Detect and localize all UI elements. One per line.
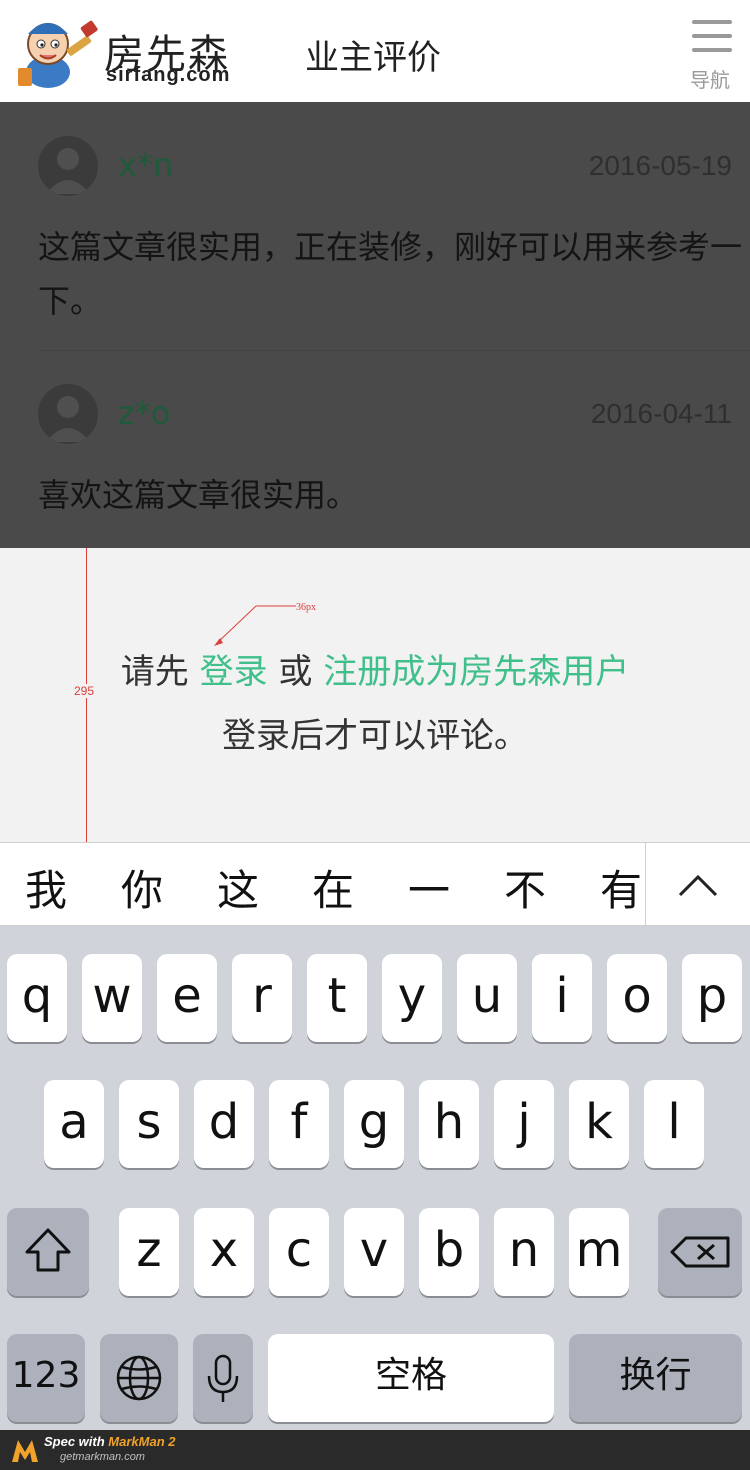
key[interactable]: s xyxy=(119,1080,179,1168)
key[interactable]: i xyxy=(532,954,592,1042)
markman-logo-icon xyxy=(12,1440,38,1462)
key[interactable]: z xyxy=(119,1208,179,1296)
login-prompt-line: 请先 登录 或 注册成为房先森用户 xyxy=(0,644,750,693)
markman-url[interactable]: getmarkman.com xyxy=(60,1451,145,1463)
key[interactable]: m xyxy=(569,1208,629,1296)
key[interactable]: e xyxy=(157,954,217,1042)
user-avatar-icon xyxy=(46,396,90,442)
user-avatar-icon xyxy=(46,148,90,194)
key[interactable]: t xyxy=(307,954,367,1042)
page-title: 业主评价 xyxy=(305,38,441,78)
comment-text: 喜欢这篇文章很实用。 xyxy=(38,476,359,514)
candidate-word[interactable]: 有 xyxy=(600,857,644,918)
key[interactable]: v xyxy=(344,1208,404,1296)
candidate-word[interactable]: 我 xyxy=(25,857,67,918)
candidate-word[interactable]: 这 xyxy=(217,857,259,918)
key[interactable]: r xyxy=(232,954,292,1042)
key[interactable]: y xyxy=(382,954,442,1042)
hamburger-icon xyxy=(692,20,732,24)
globe-key[interactable] xyxy=(100,1334,178,1422)
globe-icon xyxy=(116,1355,162,1401)
comment-item: x*n 2016-05-19 这篇文章很实用，正在装修，刚好可以用来参考一下。 xyxy=(0,102,750,350)
shift-key[interactable] xyxy=(7,1208,89,1296)
register-link[interactable]: 注册成为房先森用户 xyxy=(323,652,629,692)
or-text: 或 xyxy=(278,652,313,692)
candidate-word[interactable]: 不 xyxy=(504,857,546,918)
login-link[interactable]: 登录 xyxy=(200,652,268,692)
nav-label: 导航 xyxy=(690,68,730,92)
key[interactable]: k xyxy=(569,1080,629,1168)
login-prefix: 请先 xyxy=(120,652,189,692)
avatar xyxy=(38,136,98,196)
key[interactable]: u xyxy=(457,954,517,1042)
comments-list: x*n 2016-05-19 这篇文章很实用，正在装修，刚好可以用来参考一下。 … xyxy=(0,102,750,548)
header: 房先森 sirfang.com 业主评价 导航 xyxy=(0,0,750,102)
comment-text: 这篇文章很实用，正在装修，刚好可以用来参考一下。 xyxy=(38,228,743,320)
comment-item: z*o 2016-04-11 喜欢这篇文章很实用。 xyxy=(0,352,750,548)
chevron-up-icon xyxy=(678,874,718,897)
microphone-icon xyxy=(207,1354,239,1402)
logo-text-en: sirfang.com xyxy=(106,64,231,86)
key[interactable]: x xyxy=(194,1208,254,1296)
key[interactable]: o xyxy=(607,954,667,1042)
key[interactable]: q xyxy=(7,954,67,1042)
comment-date: 2016-05-19 xyxy=(588,150,732,181)
key[interactable]: h xyxy=(419,1080,479,1168)
key[interactable]: b xyxy=(419,1208,479,1296)
return-key[interactable]: 换行 xyxy=(569,1334,742,1422)
comment-username: z*o xyxy=(118,394,171,432)
numbers-key[interactable]: 123 xyxy=(7,1334,85,1422)
divider xyxy=(38,350,750,351)
key[interactable]: n xyxy=(494,1208,554,1296)
key[interactable]: g xyxy=(344,1080,404,1168)
key[interactable]: f xyxy=(269,1080,329,1168)
shift-arrow-icon xyxy=(25,1228,71,1272)
login-note: 登录后才可以评论。 xyxy=(222,716,528,756)
key[interactable]: a xyxy=(44,1080,104,1168)
key[interactable]: p xyxy=(682,954,742,1042)
key[interactable]: w xyxy=(82,954,142,1042)
nav-menu-button[interactable]: 导航 xyxy=(686,18,742,94)
key[interactable]: d xyxy=(194,1080,254,1168)
markman-brand: Spec with MarkMan 2 xyxy=(44,1434,176,1449)
expand-candidates-button[interactable] xyxy=(646,843,750,927)
markman-footer: Spec with MarkMan 2 getmarkman.com xyxy=(0,1430,750,1470)
login-prompt-panel: 295 36px 请先 登录 或 注册成为房先森用户 登录后才可以评论。 xyxy=(0,548,750,842)
candidate-word[interactable]: 一 xyxy=(408,857,450,918)
key[interactable]: c xyxy=(269,1208,329,1296)
avatar xyxy=(38,384,98,444)
backspace-key[interactable] xyxy=(658,1208,742,1296)
key[interactable]: j xyxy=(494,1080,554,1168)
backspace-icon xyxy=(670,1236,730,1268)
comment-username: x*n xyxy=(118,146,174,184)
spec-font-label: 36px xyxy=(296,602,316,613)
markman-app-name: MarkMan 2 xyxy=(108,1434,176,1449)
candidate-word[interactable]: 在 xyxy=(312,857,354,918)
candidate-word[interactable]: 你 xyxy=(121,857,163,918)
keyboard: q w e r t y u i o p a s d f g h j k l z … xyxy=(0,926,750,1430)
spec-with-text: Spec with xyxy=(44,1434,109,1449)
microphone-key[interactable] xyxy=(193,1334,253,1422)
ime-candidate-bar: 我 你 这 在 一 不 有 xyxy=(0,842,750,927)
comment-date: 2016-04-11 xyxy=(590,398,732,429)
space-key[interactable]: 空格 xyxy=(268,1334,554,1422)
mascot-logo-icon[interactable] xyxy=(14,10,104,90)
key[interactable]: l xyxy=(644,1080,704,1168)
